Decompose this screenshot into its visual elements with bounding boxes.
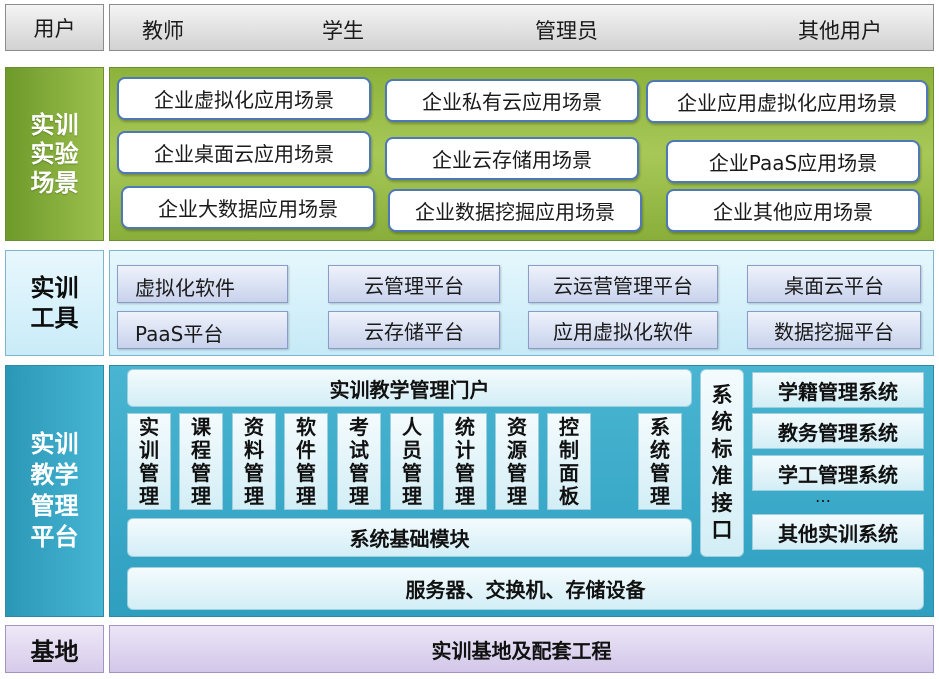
platform-label: 实训教学管理平台 xyxy=(30,430,79,551)
portal-box: 实训教学管理门户 xyxy=(127,369,692,407)
scenario-desktop-cloud: 企业桌面云应用场景 xyxy=(117,131,371,174)
module-training-mgmt: 实训管理 xyxy=(127,413,171,510)
base-content: 实训基地及配套工程 xyxy=(431,638,612,663)
module-course-mgmt: 课程管理 xyxy=(179,413,223,510)
scenarios-label: 实训实验场景 xyxy=(30,110,79,197)
module-control-panel: 控制面板 xyxy=(547,413,591,510)
tool-desktop-cloud: 桌面云平台 xyxy=(747,265,921,303)
scenario-cloud-storage: 企业云存储用场景 xyxy=(385,137,639,180)
role-other-users: 其他用户 xyxy=(798,19,882,43)
users-label-box: 用户 xyxy=(5,4,104,51)
module-exam-mgmt: 考试管理 xyxy=(337,413,381,510)
module-materials-mgmt: 资料管理 xyxy=(232,413,276,510)
role-teacher: 教师 xyxy=(142,19,184,43)
role-admin: 管理员 xyxy=(535,19,598,43)
ext-academic-affairs: 教务管理系统 xyxy=(752,413,924,449)
base-content-box: 实训基地及配套工程 xyxy=(109,625,934,673)
tool-paas-platform: PaaS平台 xyxy=(117,311,288,349)
users-label: 用户 xyxy=(33,16,76,41)
tool-cloud-storage: 云存储平台 xyxy=(328,311,500,349)
ext-other-training: 其他实训系统 xyxy=(752,514,924,550)
standard-interface-box: 系统标准接口 xyxy=(700,369,744,557)
scenario-big-data: 企业大数据应用场景 xyxy=(121,186,375,229)
ext-ellipsis: … xyxy=(815,487,831,506)
module-statistics-mgmt: 统计管理 xyxy=(443,413,487,510)
tools-label: 实训工具 xyxy=(30,274,79,332)
tools-label-box: 实训工具 xyxy=(5,250,104,356)
tool-data-mining: 数据挖掘平台 xyxy=(747,311,921,349)
module-software-mgmt: 软件管理 xyxy=(284,413,328,510)
ext-student-records: 学籍管理系统 xyxy=(752,372,924,408)
base-label-box: 基地 xyxy=(5,625,104,673)
platform-label-box: 实训教学管理平台 xyxy=(5,365,104,617)
scenario-virtualization: 企业虚拟化应用场景 xyxy=(117,77,371,120)
base-label: 基地 xyxy=(30,637,79,666)
tool-virtualization-software: 虚拟化软件 xyxy=(117,265,288,303)
module-personnel-mgmt: 人员管理 xyxy=(390,413,434,510)
infrastructure-box: 服务器、交换机、存储设备 xyxy=(127,567,924,610)
scenario-data-mining: 企业数据挖掘应用场景 xyxy=(388,189,642,232)
scenario-app-virtualization: 企业应用虚拟化应用场景 xyxy=(646,80,928,123)
users-roles-box: 教师 学生 管理员 其他用户 xyxy=(109,4,934,51)
scenario-other: 企业其他应用场景 xyxy=(666,189,920,232)
module-system-mgmt: 系统管理 xyxy=(638,413,682,510)
scenario-paas: 企业PaaS应用场景 xyxy=(666,140,920,183)
foundation-box: 系统基础模块 xyxy=(127,518,692,557)
role-student: 学生 xyxy=(322,19,364,43)
ext-student-affairs: 学工管理系统 xyxy=(752,455,924,491)
tool-cloud-operations: 云运营管理平台 xyxy=(528,265,718,303)
tool-app-virtualization: 应用虚拟化软件 xyxy=(528,311,718,349)
module-resource-mgmt: 资源管理 xyxy=(495,413,539,510)
tool-cloud-management: 云管理平台 xyxy=(328,265,500,303)
scenarios-label-box: 实训实验场景 xyxy=(5,67,104,241)
scenario-private-cloud: 企业私有云应用场景 xyxy=(385,79,639,122)
